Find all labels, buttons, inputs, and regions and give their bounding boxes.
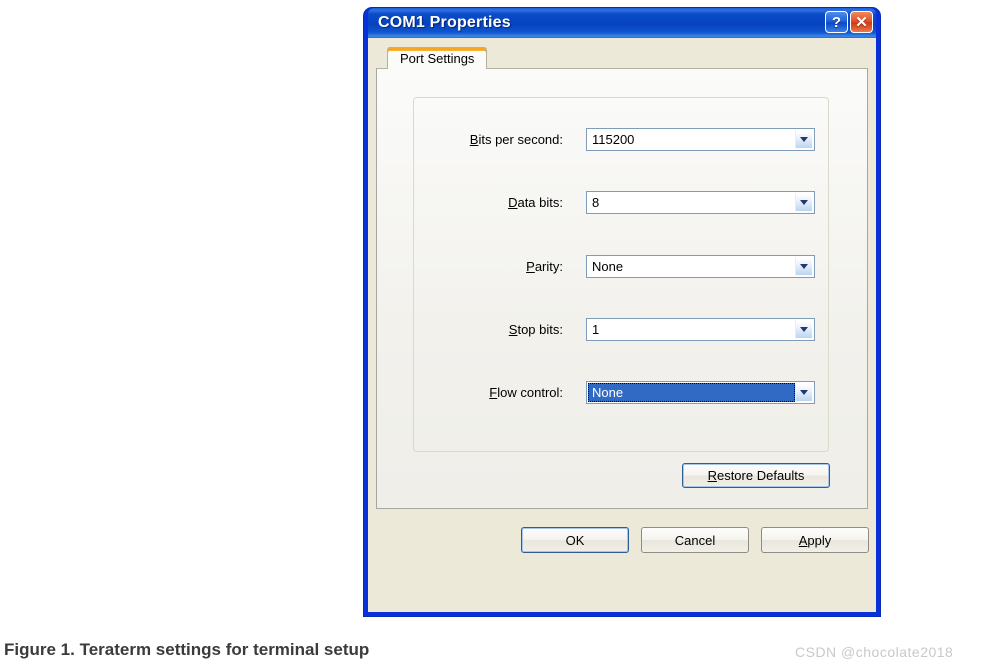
row-stop-bits: Stop bits: 1 — [377, 317, 867, 341]
apply-button[interactable]: Apply — [761, 527, 869, 553]
chevron-down-icon[interactable] — [795, 129, 813, 149]
flow-control-label: Flow control: — [489, 385, 563, 400]
stop-bits-label-text: top bits: — [517, 321, 563, 337]
figure-caption: Figure 1. Teraterm settings for terminal… — [4, 640, 370, 659]
csdn-watermark: CSDN @chocolate2018 — [795, 644, 954, 660]
tab-port-settings-label: Port Settings — [400, 51, 475, 66]
parity-accel: P — [526, 258, 535, 274]
com-properties-window: COM1 Properties ? ✕ Port Settings Bits p… — [364, 8, 880, 616]
cancel-button-label: Cancel — [674, 532, 716, 548]
bits-per-second-label: Bits per second: — [470, 132, 563, 147]
chevron-down-icon[interactable] — [795, 319, 813, 339]
stop-bits-value: 1 — [592, 321, 600, 337]
parity-label-text: arity: — [534, 258, 563, 274]
dialog-client-area: Port Settings Bits per second: 115200 Da… — [368, 38, 876, 612]
bits-per-second-combobox[interactable]: 115200 — [586, 127, 815, 151]
restore-defaults-label: Restore Defaults — [707, 468, 805, 483]
chevron-down-icon[interactable] — [795, 382, 813, 402]
help-icon[interactable]: ? — [825, 11, 848, 33]
apply-button-label: Apply — [798, 532, 832, 548]
row-parity: Parity: None — [377, 254, 867, 278]
data-bits-label: Data bits: — [508, 195, 563, 210]
window-titlebar[interactable]: COM1 Properties ? ✕ — [368, 8, 876, 38]
parity-value: None — [592, 258, 624, 274]
chevron-down-icon[interactable] — [795, 256, 813, 276]
row-data-bits: Data bits: 8 — [377, 190, 867, 214]
parity-combobox[interactable]: None — [586, 254, 815, 278]
row-bits-per-second: Bits per second: 115200 — [377, 127, 867, 151]
data-bits-combobox[interactable]: 8 — [586, 190, 815, 214]
tab-port-settings[interactable]: Port Settings — [387, 47, 488, 69]
flow-control-label-text: low control: — [497, 384, 563, 400]
flow-control-value: None — [588, 382, 795, 402]
window-control-buttons: ? ✕ — [825, 11, 873, 33]
parity-label: Parity: — [526, 259, 563, 274]
stop-bits-label: Stop bits: — [509, 322, 563, 337]
ok-button[interactable]: OK — [521, 527, 629, 553]
tabstrip: Port Settings — [376, 47, 868, 69]
dialog-footer-buttons: OK Cancel Apply — [376, 527, 869, 553]
stop-bits-combobox[interactable]: 1 — [586, 317, 815, 341]
bits-per-second-label-text: its per second: — [478, 131, 563, 147]
data-bits-value: 8 — [592, 194, 600, 210]
data-bits-label-text: ata bits: — [517, 194, 563, 210]
restore-defaults-button[interactable]: Restore Defaults — [682, 463, 830, 488]
flow-control-combobox[interactable]: None — [586, 380, 815, 404]
cancel-button[interactable]: Cancel — [641, 527, 749, 553]
chevron-down-icon[interactable] — [795, 192, 813, 212]
tab-panel-port-settings: Bits per second: 115200 Data bits: 8 Par… — [376, 68, 868, 509]
close-icon[interactable]: ✕ — [850, 11, 873, 33]
row-flow-control: Flow control: None — [377, 380, 867, 404]
bits-per-second-value: 115200 — [592, 131, 635, 147]
ok-button-label: OK — [565, 532, 585, 548]
window-title: COM1 Properties — [378, 14, 511, 31]
